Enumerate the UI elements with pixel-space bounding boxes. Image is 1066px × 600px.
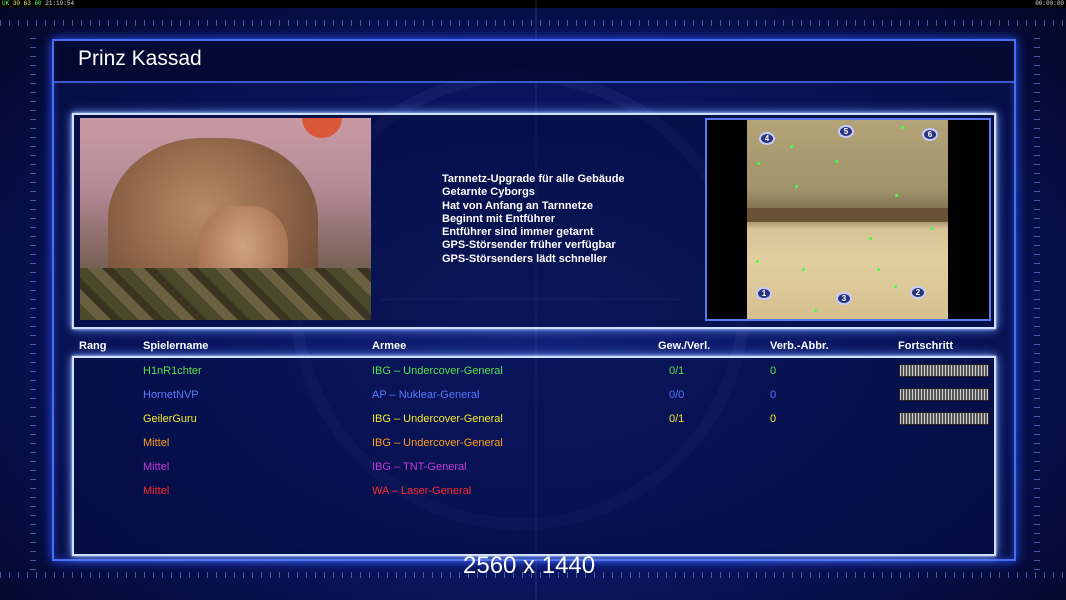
perk-item: Entführer sind immer getarnt [442, 226, 594, 239]
player-name: Mittel [143, 437, 170, 449]
supply-dot [877, 268, 880, 271]
map-preview: 4 5 6 1 3 2 [747, 120, 948, 319]
player-winloss: 0/0 [669, 389, 685, 401]
col-army: Armee [372, 340, 407, 352]
spawn-marker: 3 [836, 292, 852, 305]
perk-item: Getarnte Cyborgs [442, 186, 535, 199]
perk-item: GPS-Störsenders lädt schneller [442, 252, 608, 265]
hud-clock: 21:19:54 [45, 0, 75, 7]
perk-item: Hat von Anfang an Tarnnetze [442, 199, 593, 212]
perk-item: Beginnt mit Entführer [442, 212, 556, 225]
supply-dot [835, 160, 838, 163]
portrait-camo [80, 268, 371, 320]
hud-value-d: 60 [34, 0, 42, 7]
hud-region: UK [2, 0, 10, 7]
player-army: IBG – Undercover-General [372, 413, 503, 425]
perk-list: Tarnnetz-Upgrade für alle Gebäude Getarn… [442, 173, 625, 266]
spawn-marker: 6 [922, 128, 938, 141]
left-ruler [30, 30, 36, 570]
player-name: H1nR1chter [143, 365, 202, 377]
hud-left: UK 30 63 60 21:19:54 [2, 0, 74, 8]
player-disconnects: 0 [770, 365, 777, 377]
supply-dot [931, 227, 934, 230]
supply-dot [869, 237, 872, 240]
map-ridge [747, 208, 948, 222]
spawn-marker: 5 [838, 125, 854, 138]
col-winloss: Gew./Verl. [658, 340, 711, 352]
perk-item: GPS-Störsender früher verfügbar [442, 239, 616, 252]
col-disconnect: Verb.-Abbr. [770, 340, 829, 352]
supply-dot [757, 162, 760, 165]
player-name: GeilerGuru [143, 413, 197, 425]
portrait-sun [302, 118, 342, 138]
supply-dot [894, 285, 897, 288]
player-army: WA – Laser-General [372, 485, 472, 497]
col-progress: Fortschritt [898, 340, 953, 352]
player-progress-bar [899, 412, 989, 425]
player-disconnects: 0 [770, 389, 777, 401]
supply-dot [901, 126, 904, 129]
general-portrait [80, 118, 371, 320]
player-name: Mittel [143, 485, 170, 497]
supply-dot [756, 260, 759, 263]
player-name: Mittel [143, 461, 170, 473]
resolution-label: 2560 x 1440 [463, 552, 596, 579]
player-progress-bar [899, 388, 989, 401]
general-title: Prinz Kassad [78, 47, 202, 70]
spawn-marker: 4 [759, 132, 775, 145]
supply-dot [802, 268, 805, 271]
right-ruler [1034, 30, 1040, 570]
supply-dot [814, 309, 817, 312]
hud-timer: 00:00:00 [1035, 0, 1064, 7]
hud-bar: UK 30 63 60 21:19:54 00:00:00 [0, 0, 1066, 8]
player-disconnects: 0 [770, 413, 777, 425]
player-winloss: 0/1 [669, 365, 685, 377]
spawn-marker: 1 [756, 287, 772, 300]
player-army: AP – Nuklear-General [372, 389, 480, 401]
player-army: IBG – Undercover-General [372, 437, 503, 449]
player-winloss: 0/1 [669, 413, 685, 425]
spawn-marker: 2 [910, 286, 926, 299]
col-rank: Rang [79, 340, 107, 352]
player-progress-bar [899, 364, 989, 377]
player-list-box [72, 356, 996, 556]
supply-dot [795, 185, 798, 188]
player-name: HornetNVP [143, 389, 199, 401]
player-army: IBG – Undercover-General [372, 365, 503, 377]
perk-item: Tarnnetz-Upgrade für alle Gebäude [442, 173, 625, 185]
player-army: IBG – TNT-General [372, 461, 467, 473]
hud-value-b: 30 [12, 0, 21, 7]
col-player: Spielername [143, 340, 209, 352]
supply-dot [895, 194, 898, 197]
top-ruler [0, 20, 1066, 26]
hud-value-c: 63 [23, 0, 31, 7]
supply-dot [790, 145, 793, 148]
